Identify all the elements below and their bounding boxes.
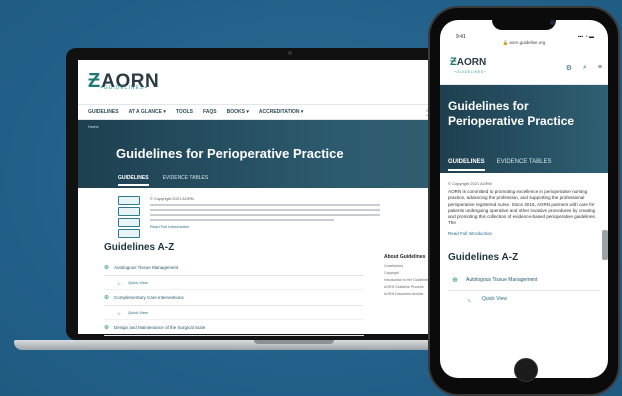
list-item[interactable]: ⊕ Complementary Care Interventions xyxy=(104,290,364,306)
guidelines-az-title: Guidelines A-Z xyxy=(104,242,175,253)
phone-device: 9:41 ▪▪▪ ◔ ▬ 🔒 aorn.guideline.org Ƶ AORN… xyxy=(430,8,618,394)
page-title: Guidelines for Perioperative Practice xyxy=(448,99,575,128)
intro-paragraph: AORN is committed to promoting excellenc… xyxy=(448,189,597,226)
list-subitem[interactable]: ⌞ Quick View xyxy=(448,291,600,307)
expand-icon[interactable]: ⊕ xyxy=(104,264,114,271)
logo-mark: Ƶ xyxy=(450,56,457,68)
laptop-camera xyxy=(288,51,292,55)
quick-view-link[interactable]: Quick View xyxy=(128,310,148,315)
nav-at-a-glance[interactable]: AT A GLANCE ▾ xyxy=(129,109,166,115)
subitem-icon: ⌞ xyxy=(468,295,472,303)
page-hero: Guidelines for Perioperative Practice GU… xyxy=(440,85,608,173)
header-icons: ⚙ ⌕ ≡ xyxy=(555,64,602,72)
url-bar[interactable]: 🔒 aorn.guideline.org xyxy=(440,40,608,52)
phone-screen: 9:41 ▪▪▪ ◔ ▬ 🔒 aorn.guideline.org Ƶ AORN… xyxy=(440,20,608,378)
logo-subtitle: +GUIDELINES+ xyxy=(100,85,149,91)
hero-tabs: GUIDELINES EVIDENCE TABLES xyxy=(118,175,222,186)
list-subitem[interactable]: ⌞ Quick View xyxy=(104,306,364,320)
expand-icon[interactable]: ⊕ xyxy=(104,294,114,301)
search-icon[interactable]: ⌕ xyxy=(583,64,587,72)
nav-tools[interactable]: TOOLS xyxy=(176,109,193,115)
guideline-label[interactable]: Autologous Tissue Management xyxy=(466,277,537,283)
quick-view-link[interactable]: Quick View xyxy=(482,296,507,302)
nav-books[interactable]: BOOKS ▾ xyxy=(227,109,249,115)
status-icons: ▪▪▪ ◔ ▬ xyxy=(577,34,594,40)
hero-tabs: GUIDELINES EVIDENCE TABLES xyxy=(448,159,563,171)
list-item[interactable]: ⊕ Design and Maintenance of the Surgical… xyxy=(104,320,364,336)
intro-copyright: © Copyright 2021 AORN xyxy=(150,196,194,201)
read-full-introduction-link[interactable]: Read Full Introduction xyxy=(150,224,380,229)
status-time: 9:41 xyxy=(456,34,466,40)
guidelines-az-title: Guidelines A-Z xyxy=(448,251,519,263)
menu-icon[interactable]: ≡ xyxy=(598,64,602,72)
tab-evidence-tables[interactable]: EVIDENCE TABLES xyxy=(497,159,552,171)
logo-mark: Ƶ xyxy=(88,70,101,92)
subitem-icon: ⌞ xyxy=(118,310,121,316)
quick-view-link[interactable]: Quick View xyxy=(128,280,148,285)
guideline-label[interactable]: Complementary Care Interventions xyxy=(114,295,184,300)
expand-icon[interactable]: ⊕ xyxy=(104,324,114,331)
tab-guidelines[interactable]: GUIDELINES xyxy=(118,175,149,186)
aorn-logo[interactable]: Ƶ AORN xyxy=(450,56,486,68)
list-item[interactable]: ⊕ Autologous Tissue Management xyxy=(448,271,600,291)
book-icon xyxy=(118,196,140,238)
laptop-notch xyxy=(254,340,334,344)
list-subitem[interactable]: ⌞ Quick View xyxy=(104,276,364,290)
guideline-label[interactable]: Autologous Tissue Management xyxy=(114,265,178,270)
logo-text: AORN xyxy=(456,56,487,68)
scrollbar[interactable] xyxy=(602,230,608,260)
list-item[interactable]: ⊕ Autologous Tissue Management xyxy=(104,260,364,276)
home-button[interactable] xyxy=(514,358,538,382)
breadcrumb[interactable]: Home xyxy=(88,124,99,129)
mobile-body: © Copyright 2021 AORN AORN is committed … xyxy=(440,173,608,307)
settings-icon[interactable]: ⚙ xyxy=(566,64,572,72)
nav-faqs[interactable]: FAQS xyxy=(203,109,217,115)
tab-guidelines[interactable]: GUIDELINES xyxy=(448,159,485,171)
guideline-label[interactable]: Design and Maintenance of the Surgical S… xyxy=(114,325,205,330)
intro-text: © Copyright 2021 AORN Read Full Introduc… xyxy=(150,196,380,229)
expand-icon[interactable]: ⊕ xyxy=(452,276,466,284)
phone-camera xyxy=(550,20,555,25)
nav-accreditation[interactable]: ACCREDITATION ▾ xyxy=(259,109,304,115)
page-title: Guidelines for Perioperative Practice xyxy=(116,146,344,161)
guidelines-az-list: ⊕ Autologous Tissue Management ⌞ Quick V… xyxy=(104,260,364,336)
read-full-introduction-link[interactable]: Read Full Introduction xyxy=(448,231,600,236)
logo-subtitle: +GUIDELINES+ xyxy=(454,70,487,74)
mobile-header: Ƶ AORN +GUIDELINES+ ⚙ ⌕ ≡ xyxy=(440,52,608,85)
subitem-icon: ⌞ xyxy=(118,280,121,286)
tab-evidence-tables[interactable]: EVIDENCE TABLES xyxy=(163,175,209,186)
phone-notch xyxy=(492,16,556,30)
nav-guidelines[interactable]: GUIDELINES xyxy=(88,109,119,115)
intro-copyright: © Copyright 2021 AORN xyxy=(448,181,492,186)
